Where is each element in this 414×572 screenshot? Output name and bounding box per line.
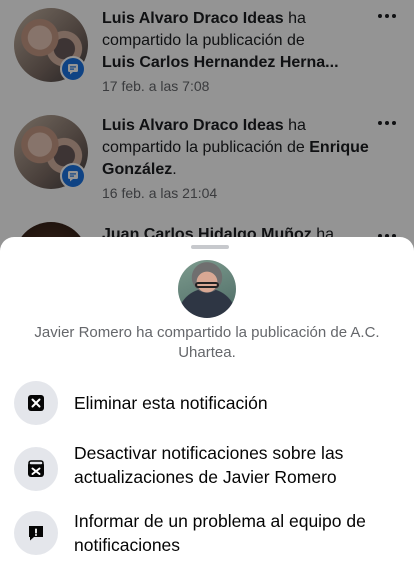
bottom-sheet: Javier Romero ha compartido la publicaci… [0,237,414,572]
remove-notification-option[interactable]: Eliminar esta notificación [0,375,414,431]
option-label: Informar de un problema al equipo de not… [74,511,366,555]
avatar [178,260,236,318]
glasses-detail [195,282,219,288]
report-problem-icon [14,511,58,555]
remove-box-icon [14,381,58,425]
option-label: Eliminar esta notificación [74,393,268,413]
drag-handle[interactable] [191,245,229,249]
sheet-title: Javier Romero ha compartido la publicaci… [34,324,380,361]
option-label: Desactivar notificaciones sobre las actu… [74,443,344,487]
report-problem-option[interactable]: Informar de un problema al equipo de not… [0,505,414,565]
notifications-off-icon [14,447,58,491]
turn-off-notifications-option[interactable]: Desactivar notificaciones sobre las actu… [0,437,414,497]
